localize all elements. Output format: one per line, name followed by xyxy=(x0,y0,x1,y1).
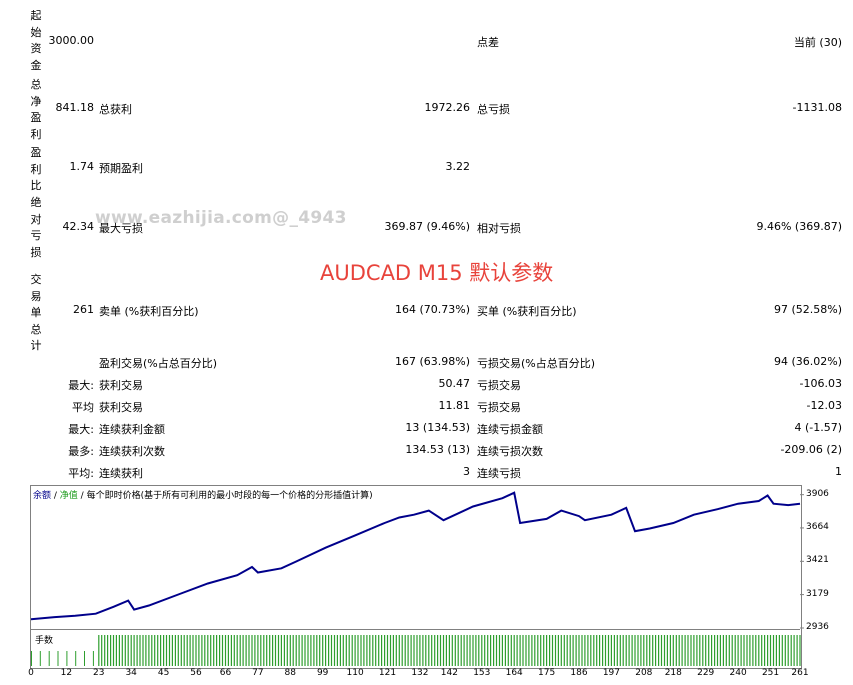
rel-drawdown-value: 9.46% (369.87) xyxy=(756,220,842,233)
legend-separator: / xyxy=(51,491,60,501)
row-right-label: 连续亏损 xyxy=(477,467,521,480)
x-tick-label: 34 xyxy=(125,668,137,678)
y-tick-label: 3906 xyxy=(806,488,829,499)
side-label-total-trades: 交易单总计 xyxy=(30,273,42,352)
spread-label: 点差 xyxy=(477,36,499,49)
profit-factor-value: 1.74 xyxy=(69,160,95,173)
row-prefix: 最大: xyxy=(68,423,94,436)
row-right-value: 1 xyxy=(835,465,842,478)
x-tick-label: 142 xyxy=(440,668,458,678)
x-tick-label: 110 xyxy=(346,668,364,678)
row-left-value: 134.53 (13) xyxy=(405,443,470,456)
spread-value: 当前 (30) xyxy=(793,36,842,49)
row-right-value: -209.06 (2) xyxy=(780,443,842,456)
total-trades-value: 261 xyxy=(73,303,94,316)
row-right-value: -12.03 xyxy=(806,399,842,412)
x-tick-label: 121 xyxy=(378,668,397,678)
legend-equity: 净值 xyxy=(59,491,78,501)
max-drawdown-value: 369.87 (9.46%) xyxy=(384,220,470,233)
row-left-label: 获利交易 xyxy=(99,401,143,414)
row-right-label: 连续亏损次数 xyxy=(477,445,543,458)
long-positions-value: 97 (52.58%) xyxy=(773,303,842,316)
x-tick-label: 77 xyxy=(252,668,264,678)
x-tick-label: 164 xyxy=(505,668,523,678)
volume-label: 手数 xyxy=(35,636,54,646)
x-tick-label: 45 xyxy=(157,668,170,678)
x-tick-label: 132 xyxy=(411,668,429,678)
x-tick-label: 99 xyxy=(316,668,329,678)
legend-mode: 每个即时价格(基于所有可利用的最小时段的每一个价格的分形插值计算) xyxy=(86,491,373,501)
max-drawdown-label: 最大亏损 xyxy=(99,222,143,235)
x-tick-label: 0 xyxy=(28,668,34,678)
side-label-abs-drawdown: 绝对亏损 xyxy=(30,196,42,259)
gross-profit-label: 总获利 xyxy=(99,103,132,116)
banner-title: AUDCAD M15 默认参数 xyxy=(320,261,554,285)
row-right-value: -106.03 xyxy=(799,377,842,390)
row-left-label: 获利交易 xyxy=(99,379,143,392)
row-left-value: 50.47 xyxy=(438,377,471,390)
row-right-label: 连续亏损金额 xyxy=(477,423,543,436)
row-left-label: 连续获利金额 xyxy=(99,423,165,436)
long-positions-label: 买单 (%获利百分比) xyxy=(477,305,577,318)
x-tick-label: 23 xyxy=(93,668,105,678)
side-label-initial-deposit: 起始资金 xyxy=(30,9,42,72)
profit-trades-label: 盈利交易(%占总百分比) xyxy=(99,357,218,370)
loss-trades-label: 亏损交易(%占总百分比) xyxy=(477,357,596,370)
x-tick-label: 153 xyxy=(473,668,491,678)
legend-separator: / xyxy=(77,491,87,501)
x-tick-label: 88 xyxy=(284,668,296,678)
initial-deposit-value: 3000.00 xyxy=(48,34,95,47)
chart-legend: 余额 / 净值 / 每个即时价格(基于所有可利用的最小时段的每一个价格的分形插值… xyxy=(33,488,373,501)
row-right-label: 亏损交易 xyxy=(477,379,521,392)
row-left-value: 11.81 xyxy=(438,399,471,412)
x-tick-label: 261 xyxy=(791,668,809,678)
row-prefix: 平均: xyxy=(68,467,94,480)
x-tick-label: 251 xyxy=(761,668,780,678)
x-tick-label: 229 xyxy=(697,668,715,678)
expected-payoff-value: 3.22 xyxy=(445,160,471,173)
x-tick-label: 175 xyxy=(538,668,556,678)
y-tick-label: 3421 xyxy=(806,555,829,566)
row-prefix: 最大: xyxy=(68,379,94,392)
gross-loss-label: 总亏损 xyxy=(477,103,510,116)
row-right-label: 亏损交易 xyxy=(477,401,521,414)
x-tick-label: 56 xyxy=(190,668,202,678)
rel-drawdown-label: 相对亏损 xyxy=(477,222,521,235)
row-left-label: 连续获利 xyxy=(99,467,143,480)
side-label-profit-factor: 盈利比 xyxy=(30,146,42,192)
short-positions-label: 卖单 (%获利百分比) xyxy=(99,305,199,318)
y-tick-label: 3664 xyxy=(806,521,829,532)
x-tick-label: 66 xyxy=(219,668,232,678)
x-tick-label: 186 xyxy=(570,668,588,678)
short-positions-value: 164 (70.73%) xyxy=(394,303,470,316)
y-tick-label: 2936 xyxy=(806,622,829,632)
x-tick-label: 240 xyxy=(729,668,747,678)
abs-drawdown-value: 42.34 xyxy=(62,220,95,233)
row-prefix: 平均 xyxy=(72,401,94,414)
volume-panel xyxy=(30,629,800,668)
net-profit-value: 841.18 xyxy=(55,101,95,114)
y-tick-label: 3179 xyxy=(806,588,829,599)
loss-trades-value: 94 (36.02%) xyxy=(773,355,842,368)
x-tick-label: 208 xyxy=(635,668,653,678)
x-tick-label: 12 xyxy=(60,668,73,678)
row-left-value: 13 (134.53) xyxy=(405,421,470,434)
row-prefix: 最多: xyxy=(68,445,94,458)
expected-payoff-label: 预期盈利 xyxy=(99,162,143,175)
x-tick-label: 197 xyxy=(602,668,621,678)
row-left-label: 连续获利次数 xyxy=(99,445,165,458)
x-tick-label: 218 xyxy=(664,668,682,678)
side-label-net-profit: 总净盈利 xyxy=(30,78,42,141)
profit-trades-value: 167 (63.98%) xyxy=(394,355,470,368)
gross-profit-value: 1972.26 xyxy=(424,101,471,114)
row-right-value: 4 (-1.57) xyxy=(794,421,842,434)
row-left-value: 3 xyxy=(463,465,470,478)
gross-loss-value: -1131.08 xyxy=(792,101,842,114)
legend-balance: 余额 xyxy=(33,491,52,501)
